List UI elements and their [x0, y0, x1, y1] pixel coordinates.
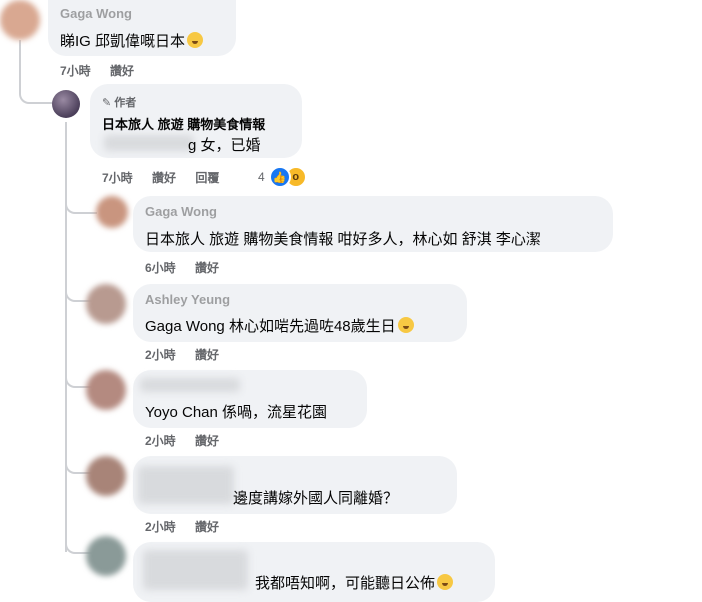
like-button[interactable]: 讚好 [195, 434, 219, 448]
comment-text: 邊度講嫁外國人同離婚？ [233, 490, 399, 507]
reaction-count: 4 [258, 170, 265, 184]
comment-actions: 2小時 讚好 [145, 432, 235, 449]
surprised-emoji-icon [397, 317, 414, 333]
comment-text: 日本旅人 旅遊 購物美食情報 咁好多人，林心如 舒淇 李心潔 [145, 231, 541, 248]
avatar[interactable] [86, 284, 126, 324]
comment-text: 睇IG 邱凱偉嘅日本 [60, 30, 204, 51]
sad-emoji-icon [437, 574, 454, 590]
timestamp[interactable]: 2小時 [145, 520, 176, 534]
reply-thread-line [65, 122, 67, 552]
pencil-icon: ✎ [102, 97, 112, 109]
author-avatar[interactable] [52, 90, 80, 118]
avatar[interactable] [96, 196, 128, 228]
timestamp[interactable]: 2小時 [145, 434, 176, 448]
comment-text: 我都唔知啊，可能聽日公佈 [255, 572, 454, 593]
avatar[interactable] [86, 456, 126, 496]
thread-connector [19, 60, 53, 104]
avatar[interactable] [86, 370, 126, 410]
avatar[interactable] [86, 536, 126, 576]
like-reaction-icon: 👍 [268, 166, 291, 188]
redacted-text [143, 550, 248, 590]
like-button[interactable]: 讚好 [195, 261, 219, 275]
reply-button[interactable]: 回覆 [195, 171, 219, 185]
timestamp[interactable]: 7小時 [102, 171, 133, 185]
thinking-emoji-icon [187, 32, 204, 48]
comment-actions: 6小時 讚好 [145, 259, 235, 276]
comment-text: Gaga Wong 林心如啱先過咗48歲生日 [145, 315, 414, 336]
comment-actions: 7小時 讚好 回覆 [102, 169, 235, 186]
reaction-summary[interactable]: 4 👍 o [258, 166, 307, 188]
timestamp[interactable]: 7小時 [60, 64, 91, 78]
redacted-name [140, 378, 240, 392]
redacted-text [138, 466, 234, 504]
like-button[interactable]: 讚好 [152, 171, 176, 185]
avatar[interactable] [0, 0, 40, 40]
commenter-name[interactable]: Ashley Yeung [145, 292, 230, 307]
like-button[interactable]: 讚好 [195, 348, 219, 362]
timestamp[interactable]: 2小時 [145, 348, 176, 362]
commenter-name[interactable]: 日本旅人 旅遊 購物美食情報 [102, 114, 265, 133]
like-button[interactable]: 讚好 [110, 64, 134, 78]
comment-actions: 7小時 讚好 [60, 62, 150, 79]
commenter-name[interactable]: Gaga Wong [60, 6, 132, 21]
reply-connector [65, 190, 97, 214]
comment-actions: 2小時 讚好 [145, 518, 235, 535]
comment-actions: 2小時 讚好 [145, 346, 235, 363]
commenter-name[interactable]: Gaga Wong [145, 204, 217, 219]
redacted-text [104, 135, 194, 151]
comment-text: g 女，已婚 [188, 137, 261, 154]
comment-text: Yoyo Chan 係喎，流星花園 [145, 404, 328, 421]
timestamp[interactable]: 6小時 [145, 261, 176, 275]
author-badge: ✎ 作者 [102, 97, 137, 109]
like-button[interactable]: 讚好 [195, 520, 219, 534]
